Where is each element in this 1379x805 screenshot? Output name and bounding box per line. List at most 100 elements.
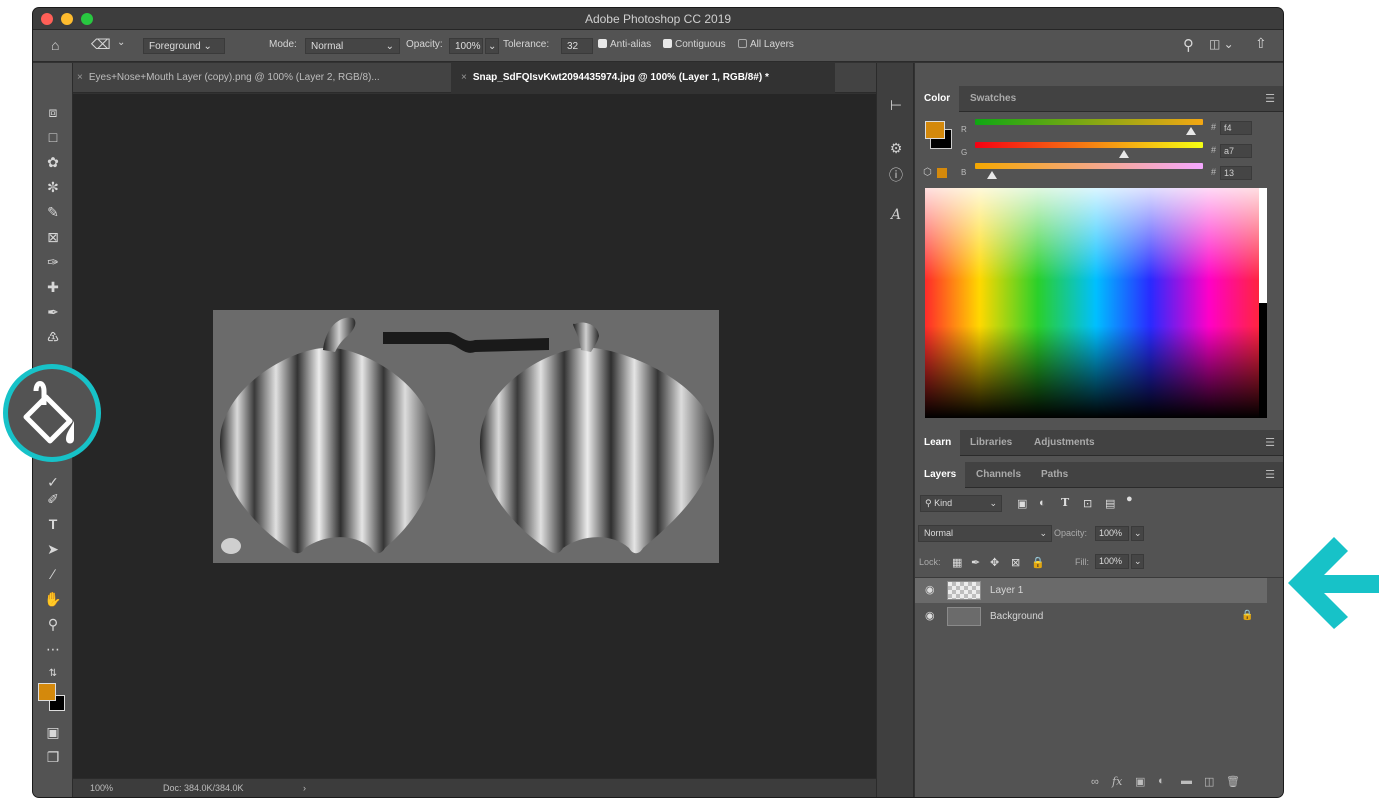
fill-source-dropdown[interactable]: Foreground ⌄ (143, 38, 225, 54)
quick-selection-tool-icon[interactable]: ✼ (42, 176, 64, 198)
red-slider-handle[interactable] (1186, 127, 1196, 135)
character-icon[interactable]: A (886, 205, 906, 225)
pen-tool-icon[interactable]: ✐ (42, 488, 64, 510)
filter-smart-object-icon[interactable]: ▤ (1105, 497, 1115, 510)
fill-dropdown-button[interactable]: ⌄ (1131, 554, 1144, 569)
filter-shape-icon[interactable]: ⊡ (1083, 497, 1092, 510)
marquee-tool-icon[interactable]: □ (42, 126, 64, 148)
tab-layers[interactable]: Layers (915, 462, 966, 488)
eyedropper-tool-icon[interactable]: ✑ (42, 251, 64, 273)
chevron-down-icon[interactable]: ⌄ (117, 37, 125, 48)
document-tab-active[interactable]: × Snap_SdFQIsvKwt2094435974.jpg @ 100% (L… (451, 63, 835, 93)
panel-menu-icon[interactable]: ☰ (1265, 92, 1275, 105)
workspace-icon[interactable]: ◫ ⌄ (1209, 37, 1234, 51)
share-icon[interactable]: ⇧ (1255, 35, 1267, 52)
layer-opacity-input[interactable]: 100% (1095, 526, 1129, 541)
screen-mode-icon[interactable]: ❐ (42, 746, 64, 768)
filter-type-icon[interactable]: T (1061, 496, 1069, 509)
layer-opacity-dropdown-button[interactable]: ⌄ (1131, 526, 1144, 541)
new-layer-icon[interactable]: ◫ (1204, 775, 1214, 788)
line-tool-icon[interactable]: ∕ (42, 563, 64, 585)
fill-input[interactable]: 100% (1095, 554, 1129, 569)
blend-mode-dropdown[interactable]: Normal ⌄ (918, 525, 1052, 542)
new-group-icon[interactable]: ▬ (1181, 775, 1192, 787)
layer-row-background[interactable]: ◉ Background 🔒 (915, 604, 1267, 629)
lock-position-icon[interactable]: ✥ (990, 556, 999, 569)
visibility-eye-icon[interactable]: ◉ (925, 583, 939, 596)
tab-adjustments[interactable]: Adjustments (1025, 430, 1104, 456)
frame-tool-icon[interactable]: ⊠ (42, 226, 64, 248)
tab-paths[interactable]: Paths (1032, 462, 1077, 488)
close-tab-icon[interactable]: × (77, 72, 83, 83)
foreground-color-swatch[interactable] (38, 683, 56, 701)
web-safe-swatch[interactable] (937, 168, 947, 178)
lock-artboard-icon[interactable]: ⊠ (1011, 556, 1020, 569)
lock-image-icon[interactable]: ✒ (971, 556, 980, 569)
zoom-level[interactable]: 100% (90, 783, 113, 793)
artboard-tool-icon[interactable]: ⧈ (42, 101, 64, 123)
canvas-area[interactable] (73, 94, 876, 778)
paint-bucket-tool-preset-icon[interactable]: ⌫ (91, 36, 111, 53)
spectrum-white-strip[interactable] (1259, 188, 1267, 303)
filter-pixel-icon[interactable]: ▣ (1017, 497, 1027, 510)
filter-adjustment-icon[interactable]: ◐ (1039, 497, 1046, 509)
layer-row-layer-1[interactable]: ◉ Layer 1 (915, 578, 1267, 603)
history-icon[interactable]: ⊢ (886, 95, 906, 115)
spectrum-black-strip[interactable] (1259, 303, 1267, 418)
panel-menu-icon[interactable]: ☰ (1265, 436, 1275, 449)
red-slider[interactable] (975, 119, 1203, 125)
brush-tool-icon[interactable]: ✒ (42, 301, 64, 323)
tab-libraries[interactable]: Libraries (961, 430, 1021, 456)
panel-menu-icon[interactable]: ☰ (1265, 468, 1275, 481)
link-layers-icon[interactable]: ∞ (1091, 776, 1099, 788)
mode-dropdown[interactable]: Normal ⌄ (305, 38, 400, 54)
hex-g-input[interactable]: a7 (1220, 144, 1252, 158)
contiguous-checkbox[interactable] (663, 39, 672, 48)
clone-stamp-tool-icon[interactable]: ♳ (42, 326, 64, 348)
opacity-dropdown-button[interactable]: ⌄ (485, 38, 499, 54)
blue-slider[interactable] (975, 163, 1203, 169)
crop-tool-icon[interactable]: ✎ (42, 201, 64, 223)
color-spectrum[interactable] (925, 188, 1267, 418)
hex-r-input[interactable]: f4 (1220, 121, 1252, 135)
anti-alias-option[interactable]: Anti-alias (598, 39, 651, 50)
tab-color[interactable]: Color (915, 86, 960, 112)
tab-swatches[interactable]: Swatches (961, 86, 1025, 112)
quick-mask-icon[interactable]: ▣ (42, 721, 64, 743)
lasso-tool-icon[interactable]: ✿ (42, 151, 64, 173)
document-tab[interactable]: × Eyes+Nose+Mouth Layer (copy).png @ 100%… (67, 63, 390, 93)
path-selection-tool-icon[interactable]: ➤ (42, 538, 64, 560)
hand-tool-icon[interactable]: ✋ (42, 588, 64, 610)
blue-slider-handle[interactable] (987, 171, 997, 179)
properties-icon[interactable]: ⚙ (886, 138, 906, 158)
new-adjustment-icon[interactable]: ◐ (1158, 775, 1165, 787)
delete-layer-icon[interactable]: 🗑 (1226, 775, 1240, 788)
type-tool-icon[interactable]: T (42, 513, 64, 535)
tab-channels[interactable]: Channels (967, 462, 1030, 488)
anti-alias-checkbox[interactable] (598, 39, 607, 48)
close-tab-icon[interactable]: × (461, 72, 467, 83)
all-layers-option[interactable]: All Layers (738, 39, 794, 50)
green-slider[interactable] (975, 142, 1203, 148)
fx-icon[interactable]: fx (1112, 775, 1122, 788)
lock-all-icon[interactable]: 🔒 (1031, 556, 1045, 569)
color-foreground-swatch[interactable] (925, 121, 945, 139)
contiguous-option[interactable]: Contiguous (663, 39, 726, 50)
hex-b-input[interactable]: 13 (1220, 166, 1252, 180)
home-icon[interactable]: ⌂ (51, 37, 59, 53)
search-icon[interactable]: ⚲ (1183, 36, 1194, 54)
healing-brush-tool-icon[interactable]: ✚ (42, 276, 64, 298)
tolerance-input[interactable]: 32 (561, 38, 593, 54)
all-layers-checkbox[interactable] (738, 39, 747, 48)
layer-lock-icon[interactable]: 🔒 (1241, 610, 1253, 621)
lock-transparency-icon[interactable]: ▦ (952, 556, 962, 569)
tab-learn[interactable]: Learn (915, 430, 961, 456)
filter-toggle-icon[interactable]: ● (1126, 493, 1133, 505)
paint-bucket-tool-highlight[interactable] (3, 364, 101, 462)
add-mask-icon[interactable]: ▣ (1135, 775, 1145, 788)
green-slider-handle[interactable] (1119, 150, 1129, 158)
more-tools-icon[interactable]: ⋯ (42, 638, 64, 660)
layer-filter-dropdown[interactable]: ⚲ Kind ⌄ (920, 495, 1002, 512)
info-icon[interactable]: ⓘ (886, 165, 906, 185)
swap-colors-icon[interactable]: ⇅ (42, 663, 64, 685)
